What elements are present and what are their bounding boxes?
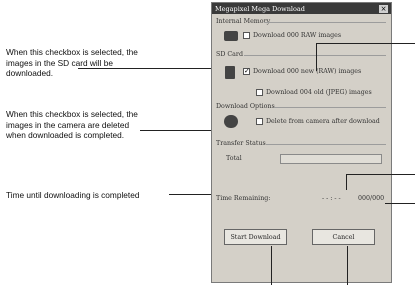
sd-card-option-1[interactable]: ✓ Download 000 new (RAW) images bbox=[243, 68, 361, 75]
callout-leader bbox=[271, 246, 272, 285]
close-icon[interactable]: × bbox=[379, 4, 388, 13]
delete-after-download-checkbox[interactable] bbox=[256, 118, 263, 125]
internal-memory-label: Internal Memory bbox=[216, 18, 271, 25]
callout-leader bbox=[316, 43, 415, 44]
group-divider bbox=[274, 107, 386, 108]
sd-card-new-checkbox[interactable]: ✓ bbox=[243, 68, 250, 75]
camera-icon bbox=[224, 31, 238, 41]
total-label: Total bbox=[226, 155, 242, 162]
callout-leader bbox=[347, 246, 348, 285]
download-dialog: Megapixel Mega Download × Internal Memor… bbox=[211, 2, 392, 283]
internal-memory-group-label: Internal Memory bbox=[216, 18, 270, 25]
internal-memory-checkbox[interactable] bbox=[243, 32, 250, 39]
callout-leader bbox=[346, 174, 347, 190]
callout-delete-checkbox: When this checkbox is selected, the imag… bbox=[6, 109, 138, 140]
transfer-status-label: Transfer Status bbox=[216, 140, 266, 147]
callout-leader bbox=[140, 130, 211, 131]
internal-memory-option[interactable]: Download 000 RAW images bbox=[243, 32, 341, 39]
transfer-status-group-label: Transfer Status bbox=[216, 140, 266, 147]
total-progress-field bbox=[280, 154, 382, 164]
sd-card-group-label: SD Card bbox=[216, 51, 243, 58]
callout-sd-checkbox: When this checkbox is selected, the imag… bbox=[6, 47, 138, 78]
callout-leader bbox=[169, 194, 211, 195]
sd-card-icon bbox=[225, 66, 235, 79]
total-row: Total bbox=[226, 155, 242, 162]
window-title: Megapixel Mega Download bbox=[215, 4, 305, 13]
download-options-group-label: Download Options bbox=[216, 103, 275, 110]
time-remaining-value-wrap: - - : - - bbox=[322, 195, 341, 202]
transfer-counter-wrap: 000/000 bbox=[358, 195, 384, 202]
title-bar: Megapixel Mega Download × bbox=[212, 3, 391, 14]
time-remaining-value: - - : - - bbox=[322, 195, 341, 202]
callout-leader bbox=[346, 174, 415, 175]
sd-card-option-2-label: Download 004 old (JPEG) images bbox=[266, 89, 372, 96]
callout-leader bbox=[385, 203, 415, 204]
group-divider bbox=[244, 55, 386, 56]
cancel-button[interactable]: Cancel bbox=[312, 229, 375, 245]
sd-card-option-2[interactable]: Download 004 old (JPEG) images bbox=[256, 89, 372, 96]
sd-card-option-1-label: Download 000 new (RAW) images bbox=[253, 68, 362, 75]
start-download-button[interactable]: Start Download bbox=[224, 229, 287, 245]
group-divider bbox=[264, 22, 386, 23]
internal-memory-option-label: Download 000 RAW images bbox=[253, 32, 342, 39]
sd-card-label: SD Card bbox=[216, 51, 243, 58]
delete-option-label: Delete from camera after download bbox=[266, 118, 380, 125]
time-remaining-label: Time Remaining: bbox=[216, 195, 271, 202]
delete-option[interactable]: Delete from camera after download bbox=[256, 118, 380, 125]
callout-time-until: Time until downloading is completed bbox=[6, 190, 140, 200]
recycle-icon bbox=[224, 115, 238, 128]
download-options-label: Download Options bbox=[216, 103, 275, 110]
callout-leader bbox=[316, 43, 317, 71]
time-remaining-row: Time Remaining: bbox=[216, 195, 270, 202]
transfer-counter: 000/000 bbox=[358, 195, 385, 202]
sd-card-old-checkbox[interactable] bbox=[256, 89, 263, 96]
group-divider bbox=[266, 144, 386, 145]
callout-leader bbox=[78, 68, 211, 69]
